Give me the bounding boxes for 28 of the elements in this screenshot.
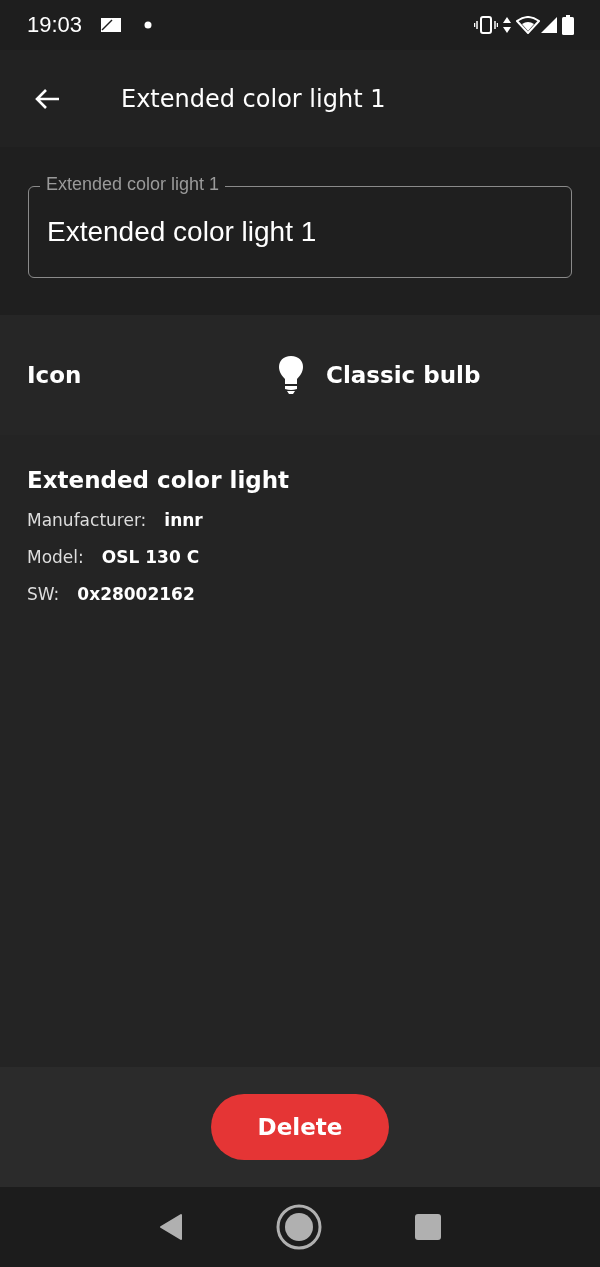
device-type: Extended color light [27,467,291,493]
signal-icon [540,16,558,34]
delete-button[interactable]: Delete [211,1094,389,1160]
wifi-icon [516,16,540,34]
info-value: 0x28002162 [77,583,195,604]
triangle-icon [159,1213,183,1241]
icon-value: Classic bulb [326,362,481,388]
info-value: innr [164,509,203,530]
info-label: SW: [27,583,60,604]
home-nav-button[interactable] [275,1203,323,1251]
back-button[interactable] [33,86,61,111]
field-label: Extended color light 1 [40,174,226,195]
dot-icon [144,21,153,29]
square-icon [415,1214,441,1240]
bulb-icon [278,355,304,395]
status-time: 19:03 [27,12,83,38]
data-arrows-icon [502,16,512,34]
screen-title: Extended color light 1 [121,84,386,113]
back-nav-button[interactable] [159,1213,183,1241]
circle-icon [275,1203,323,1251]
vibrate-icon [474,16,498,34]
info-value: OSL 130 C [101,546,200,567]
info-label: Manufacturer: [27,509,147,530]
icon-label: Icon [27,362,83,388]
info-label: Model: [27,546,84,567]
battery-icon [562,15,574,35]
field-value: Extended color light 1 [47,216,317,248]
back-arrow-icon [33,86,61,111]
